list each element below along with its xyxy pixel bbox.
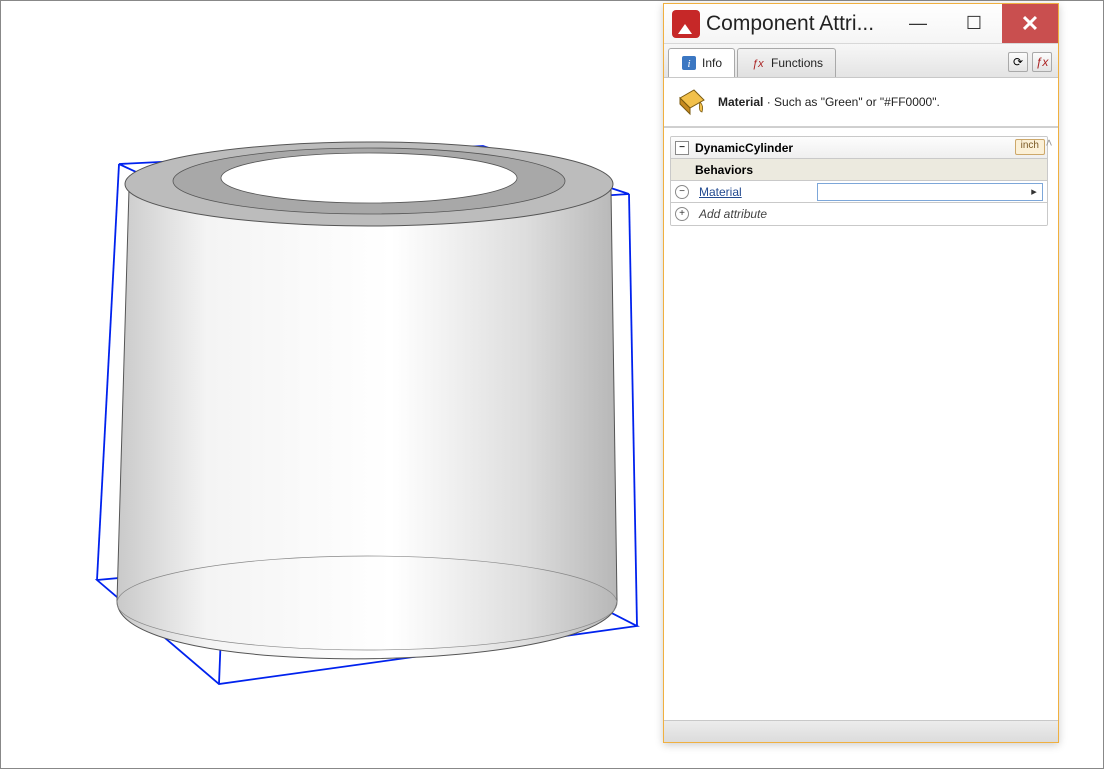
attribute-material-value-field[interactable]: ▸ xyxy=(817,183,1043,201)
tree-row-material[interactable]: − Material ▸ xyxy=(671,181,1047,203)
tab-functions-label: Functions xyxy=(771,56,823,70)
attribute-description-label: Material xyxy=(718,95,763,109)
add-attribute-icon[interactable]: + xyxy=(675,207,689,221)
close-button[interactable]: ✕ xyxy=(1002,4,1058,43)
scroll-up-icon: ˄ xyxy=(1045,136,1052,150)
paint-bucket-icon xyxy=(674,88,710,116)
info-icon: i xyxy=(681,55,697,71)
toggle-fx-button[interactable]: ƒx xyxy=(1032,52,1052,72)
scroll-indicator[interactable]: ˄ ˅ xyxy=(1040,136,1058,731)
app-icon xyxy=(672,10,700,38)
refresh-button[interactable]: ⟳ xyxy=(1008,52,1028,72)
tree-row-behaviors: Behaviors xyxy=(671,159,1047,181)
remove-attribute-icon[interactable]: − xyxy=(675,185,689,199)
viewport-svg xyxy=(1,1,681,761)
svg-text:ƒx: ƒx xyxy=(752,58,764,70)
tree-row-component[interactable]: − DynamicCylinder inch xyxy=(671,137,1047,159)
close-icon: ✕ xyxy=(1021,11,1039,37)
svg-text:i: i xyxy=(687,58,690,70)
minimize-button[interactable]: — xyxy=(890,4,946,43)
toggle-fx-icon: ƒx xyxy=(1036,55,1049,69)
add-attribute-label: Add attribute xyxy=(695,207,767,221)
behaviors-label: Behaviors xyxy=(695,163,753,177)
tab-info[interactable]: i Info xyxy=(668,48,735,77)
attribute-description-details: · Such as "Green" or "#FF0000". xyxy=(763,95,939,109)
tree-row-add-attribute[interactable]: + Add attribute xyxy=(671,203,1047,225)
attribute-material-name[interactable]: Material xyxy=(695,185,815,199)
tab-info-label: Info xyxy=(702,56,722,70)
tab-functions[interactable]: ƒx Functions xyxy=(737,48,836,77)
refresh-icon: ⟳ xyxy=(1013,55,1023,69)
cylinder-model xyxy=(117,142,617,659)
window-title: Component Attri... xyxy=(706,12,890,36)
collapse-component-icon[interactable]: − xyxy=(675,141,689,155)
attribute-description: Material · Such as "Green" or "#FF0000". xyxy=(664,78,1058,127)
component-attributes-panel: Component Attri... — ☐ ✕ i Info ƒx Funct… xyxy=(663,3,1059,743)
fx-icon: ƒx xyxy=(750,55,766,71)
panel-toolstrip: i Info ƒx Functions ⟳ ƒx xyxy=(664,44,1058,78)
titlebar[interactable]: Component Attri... — ☐ ✕ xyxy=(664,4,1058,44)
attribute-description-text: Material · Such as "Green" or "#FF0000". xyxy=(718,95,940,109)
field-flyout-icon[interactable]: ▸ xyxy=(1028,186,1040,198)
maximize-icon: ☐ xyxy=(966,13,982,34)
panel-footer xyxy=(664,720,1058,742)
minimize-icon: — xyxy=(909,13,927,34)
maximize-button[interactable]: ☐ xyxy=(946,4,1002,43)
component-name-label: DynamicCylinder xyxy=(695,141,793,155)
attribute-tree-area: − DynamicCylinder inch Behaviors − Mater… xyxy=(664,127,1058,739)
attribute-tree: − DynamicCylinder inch Behaviors − Mater… xyxy=(670,136,1048,226)
